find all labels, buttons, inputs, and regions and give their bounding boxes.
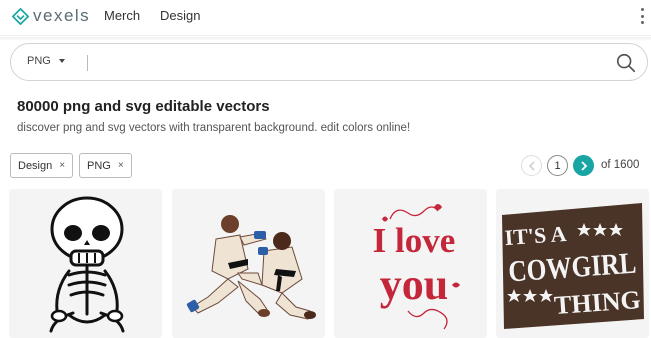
page-count-text: of 1600 [601,159,640,171]
close-icon[interactable]: × [118,160,124,171]
search-separator [87,55,88,71]
filter-chip-label: Design [18,159,53,172]
nav-link-design[interactable]: Design [160,8,200,23]
next-page-button[interactable] [573,155,594,176]
design-line-2: you [380,260,448,309]
file-type-value: PNG [27,55,51,67]
search-icon[interactable] [615,52,637,74]
design-line-3: THING [553,285,641,320]
page-title: 80000 png and svg editable vectors [17,98,270,115]
chevron-left-icon [528,160,535,171]
search-input[interactable] [95,52,595,74]
search-bar: PNG [10,43,648,81]
result-card[interactable] [172,189,325,338]
cowgirl-thing-design: IT'S A COWGIRL THING [502,203,644,329]
page-subtitle: discover png and svg vectors with transp… [17,122,411,134]
filter-chip-png[interactable]: PNG × [79,153,132,178]
vexels-diamond-icon [12,7,29,25]
kebab-menu-icon[interactable] [639,8,645,24]
current-page-indicator[interactable]: 1 [547,155,568,176]
file-type-select[interactable]: PNG [27,55,65,67]
filter-chip-label: PNG [87,159,111,172]
karate-fighters-illustration [186,215,316,320]
skeleton-illustration [49,196,125,333]
filter-chip-design[interactable]: Design × [10,153,74,178]
result-card[interactable]: I love you [334,189,487,338]
logo-text: vexels [33,6,91,25]
previous-page-button[interactable] [521,155,542,176]
nav-shadow [0,37,651,41]
close-icon[interactable]: × [59,160,65,171]
result-card[interactable]: IT'S A COWGIRL THING [496,189,649,338]
top-navigation: vexels Merch Design [0,0,651,36]
result-card[interactable] [9,189,162,338]
design-line-1: IT'S A [504,221,567,250]
caret-down-icon [58,59,65,63]
vexels-logo[interactable]: vexels [12,6,90,26]
i-love-you-design: I love you [373,204,460,330]
design-line-1: I love [373,221,456,260]
nav-link-merch[interactable]: Merch [104,8,140,23]
chevron-right-icon [580,160,587,171]
